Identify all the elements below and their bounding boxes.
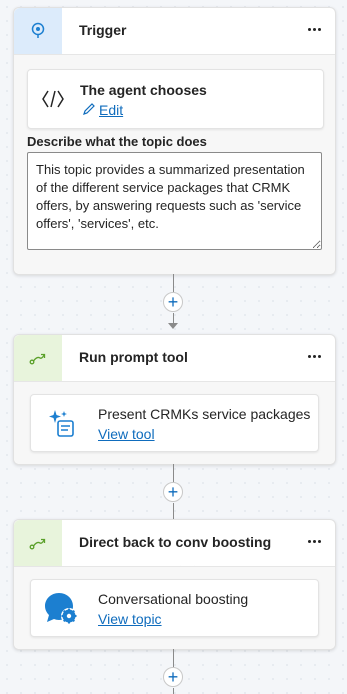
run-prompt-header: Run prompt tool <box>14 335 335 381</box>
connector-arrow <box>168 323 178 329</box>
agent-chooses-title: The agent chooses <box>80 82 207 98</box>
trigger-icon-box <box>14 8 62 54</box>
connector-line <box>173 274 174 292</box>
trigger-node[interactable]: Trigger The agent chooses Edit Describe … <box>13 7 336 275</box>
action-icon-box <box>14 335 62 381</box>
action-icon-box <box>14 520 62 566</box>
run-prompt-node[interactable]: Run prompt tool Present CRMKs service pa… <box>13 334 336 465</box>
connector-line <box>173 464 174 482</box>
connector-line <box>173 313 174 323</box>
view-topic-link[interactable]: View topic <box>98 611 162 627</box>
more-options-button[interactable] <box>303 345 325 367</box>
direct-back-title: Direct back to conv boosting <box>79 534 272 550</box>
prompt-tool-title: Present CRMKs service packages <box>98 406 311 422</box>
run-prompt-title: Run prompt tool <box>79 349 188 365</box>
connector-line <box>173 649 174 667</box>
redirect-arrow-icon <box>29 538 46 550</box>
run-prompt-body: Present CRMKs service packages View tool <box>14 381 335 464</box>
redirect-arrow-icon <box>29 353 46 365</box>
trigger-pin-icon <box>31 22 45 38</box>
sparkle-document-icon <box>49 410 74 437</box>
trigger-title: Trigger <box>79 22 127 38</box>
agent-chooses-card[interactable]: The agent chooses Edit <box>27 69 324 129</box>
add-node-button[interactable]: + <box>163 482 183 502</box>
edit-link[interactable]: Edit <box>99 102 123 118</box>
trigger-header: Trigger <box>14 8 335 54</box>
description-textarea[interactable]: This topic provides a summarized present… <box>27 152 322 250</box>
more-options-button[interactable] <box>303 18 325 40</box>
chat-gear-icon <box>45 593 77 624</box>
direct-back-header: Direct back to conv boosting <box>14 520 335 566</box>
pencil-icon[interactable] <box>82 102 96 116</box>
code-brackets-icon <box>42 90 64 108</box>
more-options-button[interactable] <box>303 530 325 552</box>
direct-back-body: Conversational boosting View topic <box>14 566 335 649</box>
connector-line <box>173 503 174 519</box>
conversational-boosting-title: Conversational boosting <box>98 591 249 607</box>
connector-line <box>173 688 174 694</box>
trigger-body: The agent chooses Edit Describe what the… <box>14 54 335 274</box>
view-tool-link[interactable]: View tool <box>98 426 155 442</box>
direct-back-node[interactable]: Direct back to conv boosting Conversatio… <box>13 519 336 650</box>
conversational-boosting-card[interactable]: Conversational boosting View topic <box>30 579 319 637</box>
prompt-tool-card[interactable]: Present CRMKs service packages View tool <box>30 394 319 452</box>
add-node-button[interactable]: + <box>163 292 183 312</box>
describe-label: Describe what the topic does <box>27 134 207 149</box>
add-node-button[interactable]: + <box>163 667 183 687</box>
